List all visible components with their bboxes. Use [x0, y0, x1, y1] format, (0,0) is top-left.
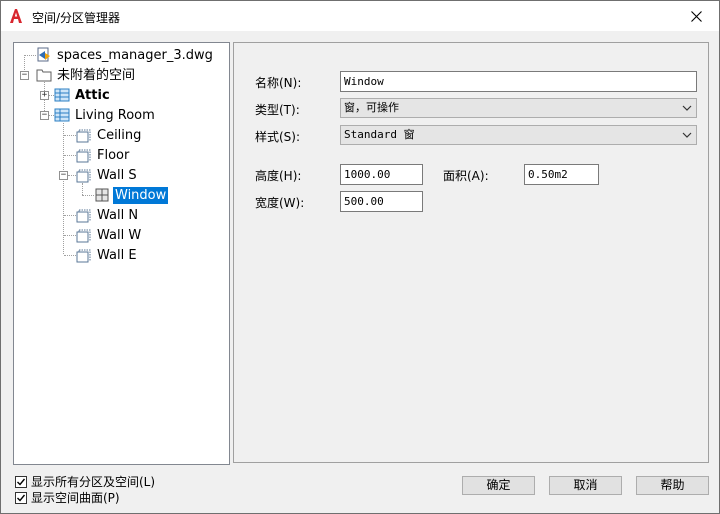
surface-icon: [76, 249, 91, 263]
tree-item-label: spaces_manager_3.dwg: [57, 47, 213, 63]
collapse-wall-s-button[interactable]: −: [59, 171, 68, 180]
checkmark-icon: [17, 494, 26, 502]
surface-icon: [76, 169, 91, 183]
style-dropdown-value: Standard 窗: [344, 128, 415, 141]
name-label: 名称(N):: [255, 76, 302, 90]
checkmark-icon: [17, 478, 26, 486]
surface-icon: [76, 149, 91, 163]
show-all-zones-option[interactable]: 显示所有分区及空间(L): [15, 473, 155, 490]
show-surfaces-label: 显示空间曲面(P): [31, 491, 120, 505]
tree-item-label: Wall E: [97, 247, 137, 263]
ok-button[interactable]: 确定: [462, 476, 535, 495]
close-button[interactable]: [673, 1, 719, 31]
name-field[interactable]: Window: [340, 71, 697, 92]
tree-item-label: Window: [113, 186, 169, 204]
tree-item-wall-s[interactable]: Wall S: [76, 166, 139, 184]
window-opening-icon: [95, 188, 109, 202]
title-bar: 空间/分区管理器: [1, 1, 719, 31]
space-zone-manager-dialog: 空间/分区管理器 − + − − spaces_manager_3.dwg 未附…: [0, 0, 720, 514]
dwg-file-icon: [37, 47, 50, 62]
tree-item-unattached-spaces[interactable]: 未附着的空间: [36, 66, 137, 84]
type-label: 类型(T):: [255, 103, 300, 117]
surface-icon: [76, 129, 91, 143]
tree-item-label: Wall S: [97, 167, 137, 183]
type-dropdown-value: 窗，可操作: [344, 101, 399, 114]
tree-item-label: Wall W: [97, 227, 142, 243]
cancel-button[interactable]: 取消: [549, 476, 622, 495]
show-surfaces-checkbox[interactable]: [15, 491, 27, 504]
width-field[interactable]: 500.00: [340, 191, 423, 212]
help-button[interactable]: 帮助: [636, 476, 709, 495]
chevron-down-icon: [682, 132, 692, 138]
style-dropdown[interactable]: Standard 窗: [340, 125, 697, 145]
chevron-down-icon: [682, 105, 692, 111]
space-tree[interactable]: − + − − spaces_manager_3.dwg 未附着的空间 Atti…: [13, 42, 230, 465]
surface-icon: [76, 229, 91, 243]
show-surfaces-option[interactable]: 显示空间曲面(P): [15, 489, 120, 506]
tree-item-attic[interactable]: Attic: [54, 86, 112, 104]
tree-item-floor[interactable]: Floor: [76, 146, 131, 164]
tree-item-label: Living Room: [75, 107, 155, 123]
zone-icon: [54, 88, 70, 102]
tree-item-label: Attic: [75, 87, 110, 103]
properties-panel: 名称(N): Window 类型(T): 窗，可操作 样式(S): Standa…: [233, 42, 709, 463]
autocad-app-icon: [10, 9, 22, 23]
show-all-zones-label: 显示所有分区及空间(L): [31, 475, 156, 489]
tree-item-wall-n[interactable]: Wall N: [76, 206, 140, 224]
tree-item-drawing-file[interactable]: spaces_manager_3.dwg: [36, 46, 215, 64]
tree-item-wall-w[interactable]: Wall W: [76, 226, 143, 244]
zone-icon: [54, 108, 70, 122]
tree-item-ceiling[interactable]: Ceiling: [76, 126, 143, 144]
tree-item-label: Ceiling: [97, 127, 142, 143]
expand-attic-button[interactable]: +: [40, 91, 49, 100]
style-label: 样式(S):: [255, 130, 301, 144]
collapse-unattached-button[interactable]: −: [20, 71, 29, 80]
close-icon: [690, 10, 702, 22]
surface-icon: [76, 209, 91, 223]
tree-item-wall-e[interactable]: Wall E: [76, 246, 139, 264]
tree-item-window[interactable]: Window: [94, 186, 169, 204]
width-label: 宽度(W):: [255, 196, 305, 210]
height-field[interactable]: 1000.00: [340, 164, 423, 185]
show-all-zones-checkbox[interactable]: [15, 475, 27, 488]
area-field[interactable]: 0.50m2: [524, 164, 599, 185]
tree-item-label: 未附着的空间: [57, 67, 136, 83]
area-label: 面积(A):: [443, 169, 489, 183]
tree-item-label: Floor: [97, 147, 130, 163]
collapse-living-room-button[interactable]: −: [40, 111, 49, 120]
tree-item-living-room[interactable]: Living Room: [54, 106, 157, 124]
tree-item-label: Wall N: [97, 207, 139, 223]
height-label: 高度(H):: [255, 169, 302, 183]
type-dropdown[interactable]: 窗，可操作: [340, 98, 697, 118]
folder-icon: [36, 69, 52, 82]
window-title: 空间/分区管理器: [32, 11, 121, 25]
